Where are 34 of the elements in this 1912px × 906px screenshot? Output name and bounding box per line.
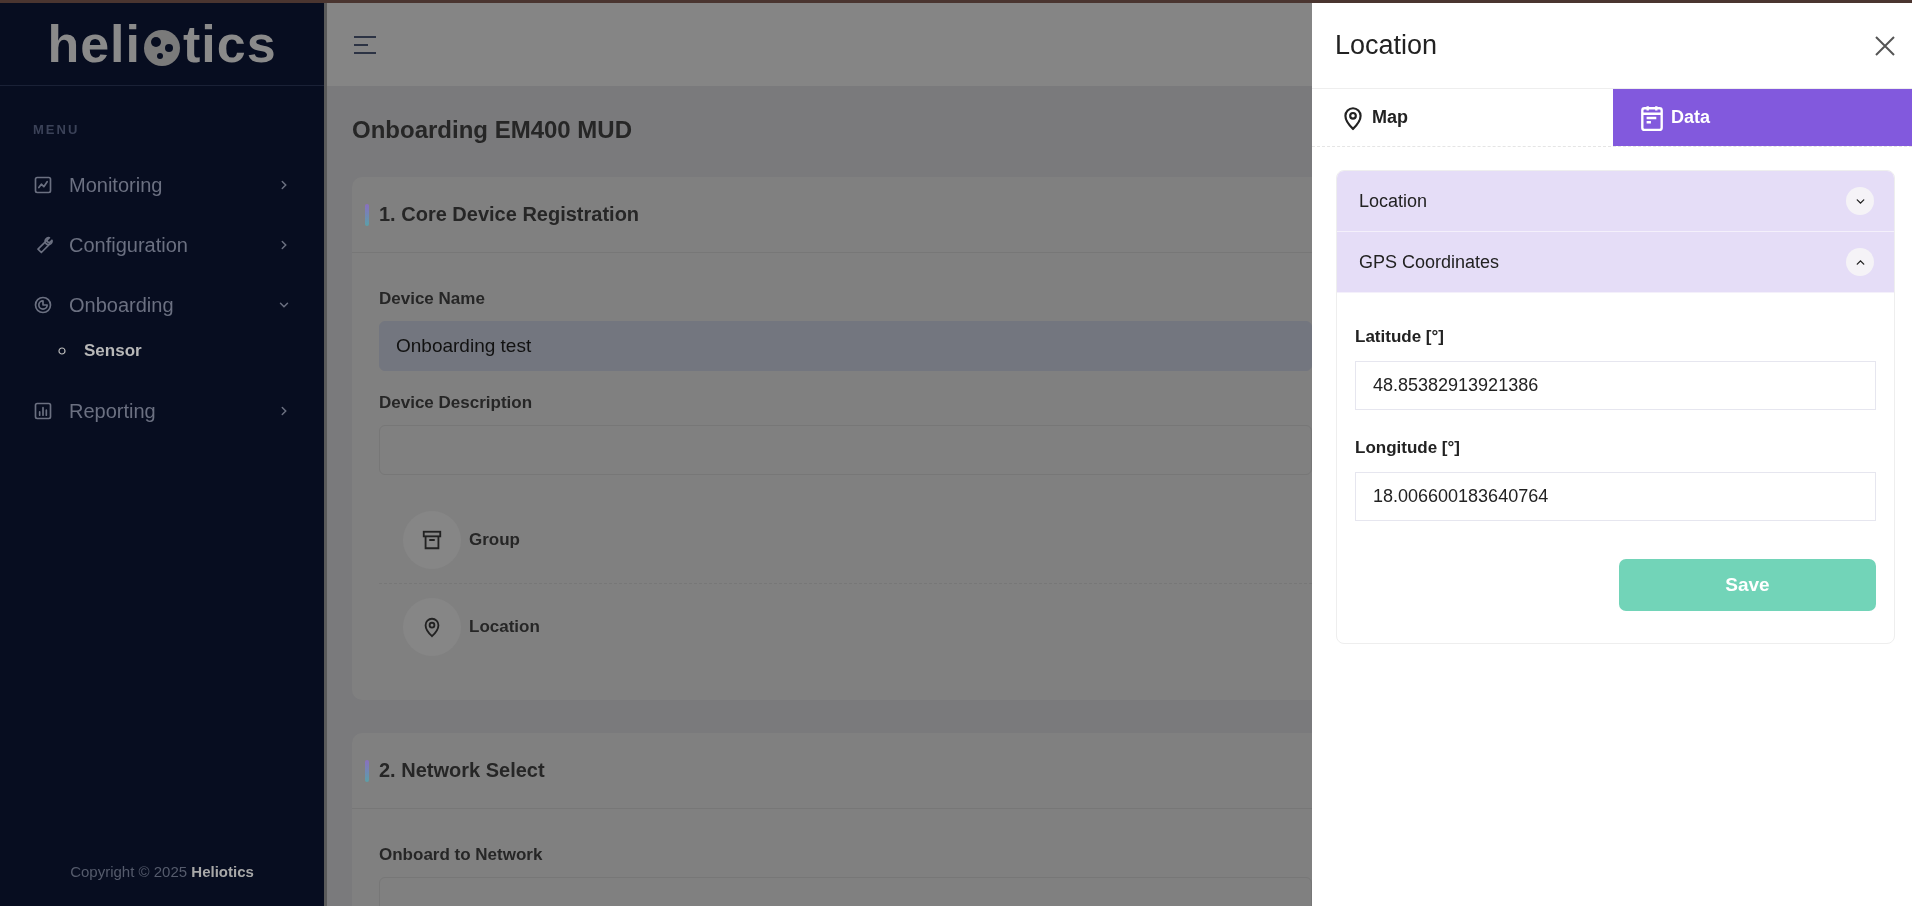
action-label[interactable]: Location xyxy=(469,617,540,637)
field-label: Device Name xyxy=(379,289,486,309)
calendar-icon xyxy=(1639,103,1665,132)
sidebar-subitem[interactable]: Sensor xyxy=(0,335,324,381)
input-field[interactable] xyxy=(379,425,1312,475)
drawer-title: Location xyxy=(1335,30,1438,61)
bullet-icon xyxy=(58,347,66,355)
menu-heading: MENU xyxy=(32,121,81,139)
input-field[interactable]: 18.006600183640764 xyxy=(1355,472,1876,521)
action-label[interactable]: Group xyxy=(469,530,520,550)
field-label: Device Description xyxy=(379,393,534,413)
accordion-header[interactable]: Location xyxy=(1337,171,1894,232)
card-title: 1. Core Device Registration xyxy=(379,203,640,226)
field-label: Onboard to Network xyxy=(379,845,544,865)
field-label: Latitude [°] xyxy=(1355,327,1445,347)
logo-text: tics xyxy=(183,14,277,74)
copyright-text: Copyright © 2025 Heliotics xyxy=(69,863,255,882)
line-chart-icon xyxy=(33,175,53,195)
card-title: 2. Network Select xyxy=(379,759,545,782)
gauge-icon xyxy=(33,295,53,315)
accordion-header[interactable]: GPS Coordinates xyxy=(1337,232,1894,293)
tab[interactable]: Data xyxy=(1613,89,1912,146)
sidebar-item[interactable]: Configuration xyxy=(0,215,324,275)
sidebar-item[interactable]: Reporting xyxy=(0,381,324,441)
archive-icon xyxy=(421,529,443,551)
sidebar-item[interactable]: Monitoring xyxy=(0,155,324,215)
bar-chart-icon xyxy=(33,401,53,421)
logo-text: heli xyxy=(47,14,141,74)
globe-logo-icon xyxy=(142,28,182,68)
field-label: Longitude [°] xyxy=(1355,438,1461,458)
page-title: Onboarding EM400 MUD xyxy=(352,116,634,144)
input-field[interactable]: 48.85382913921386 xyxy=(1355,361,1876,410)
sidebar-item[interactable]: Onboarding xyxy=(0,275,324,335)
menu-icon[interactable] xyxy=(353,34,377,55)
